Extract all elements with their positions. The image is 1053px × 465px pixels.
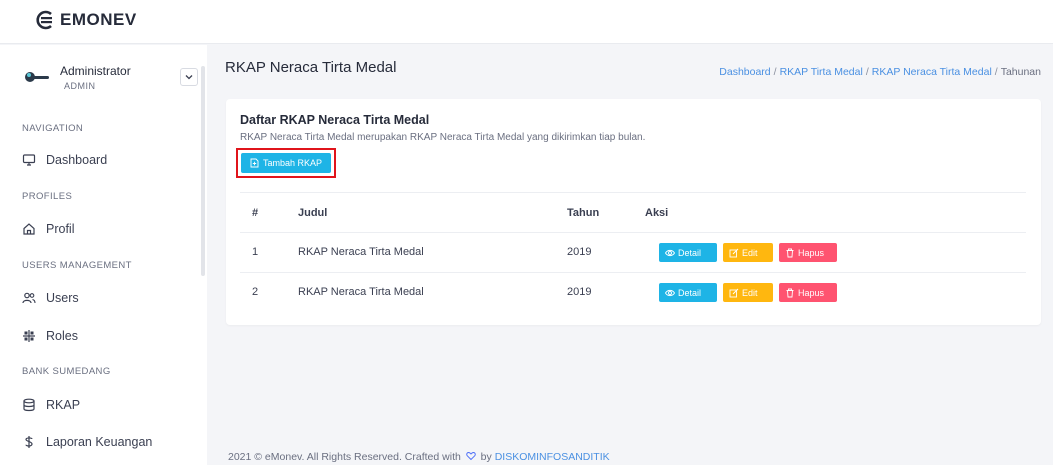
table-header-row: # Judul Tahun Aksi (240, 192, 1026, 232)
row-judul: RKAP Neraca Tirta Medal (298, 246, 424, 258)
detail-label: Detail (678, 287, 702, 298)
chevron-down-icon (185, 75, 193, 80)
avatar-logo-icon (25, 72, 49, 82)
users-icon (22, 292, 36, 304)
detail-button[interactable]: Detail (659, 243, 717, 262)
sidebar-scrollbar[interactable] (201, 66, 205, 276)
nav-caption-users-management: USERS MANAGEMENT (22, 260, 132, 271)
dollar-icon (25, 436, 33, 448)
footer: 2021 © eMonev. All Rights Reserved. Craf… (228, 451, 610, 463)
sidebar-item-users[interactable]: Users (22, 288, 79, 308)
eye-icon (665, 289, 675, 296)
table-row: 1 RKAP Neraca Tirta Medal 2019 Detail Ed… (240, 232, 1026, 272)
database-icon (23, 398, 35, 412)
page-title: RKAP Neraca Tirta Medal (225, 59, 397, 76)
nav-caption-navigation: NAVIGATION (22, 123, 84, 134)
sidebar-item-profil[interactable]: Profil (22, 219, 74, 239)
footer-link[interactable]: DISKOMINFOSANDITIK (495, 451, 610, 463)
row-actions: Detail Edit Hapus (659, 243, 837, 262)
table-row: 2 RKAP Neraca Tirta Medal 2019 Detail Ed… (240, 272, 1026, 312)
edit-icon (729, 248, 739, 257)
sidebar-item-laporan-keuangan[interactable]: Laporan Keuangan (22, 432, 152, 452)
rkap-table: # Judul Tahun Aksi 1 RKAP Neraca Tirta M… (240, 192, 1026, 312)
page-header: RKAP Neraca Tirta Medal Dashboard / RKAP T… (207, 45, 1053, 95)
sidebar-item-label: Dashboard (46, 153, 108, 167)
edit-label: Edit (742, 247, 758, 258)
hapus-button[interactable]: Hapus (779, 243, 837, 262)
header-tahun: Tahun (567, 207, 600, 219)
edit-icon (729, 288, 739, 297)
hapus-label: Hapus (798, 287, 825, 298)
card-title: Daftar RKAP Neraca Tirta Medal (240, 113, 430, 127)
sidebar-item-rkap[interactable]: RKAP (22, 395, 80, 415)
detail-button[interactable]: Detail (659, 283, 717, 302)
breadcrumb-item-current: Tahunan (1000, 66, 1041, 78)
trash-icon (786, 288, 794, 297)
sidebar-item-label: Profil (46, 222, 75, 236)
sidebar-item-dashboard[interactable]: Dashboard (22, 150, 107, 170)
brand-name: EMONEV (60, 10, 137, 29)
eye-icon (665, 249, 675, 256)
hapus-label: Hapus (798, 247, 825, 258)
roles-icon (23, 330, 35, 342)
add-button-highlight: Tambah RKAP (236, 148, 336, 178)
row-tahun: 2019 (567, 246, 592, 258)
user-profile[interactable]: Administrator ADMIN (24, 57, 198, 97)
home-icon (23, 223, 35, 235)
sidebar-item-label: Users (46, 291, 79, 305)
edit-label: Edit (742, 287, 758, 298)
header-judul: Judul (298, 207, 328, 219)
avatar (24, 70, 52, 84)
nav-caption-bank: BANK SUMEDANG (22, 366, 111, 377)
header-no: # (252, 207, 259, 219)
monitor-icon (22, 154, 36, 166)
rkap-card: Daftar RKAP Neraca Tirta Medal RKAP Nera… (226, 99, 1041, 325)
sidebar-item-label: Roles (46, 329, 78, 343)
heart-icon (466, 452, 476, 461)
row-no: 1 (252, 246, 259, 258)
row-no: 2 (252, 286, 259, 298)
sidebar: Administrator ADMIN NAVIGATION Dashboard… (0, 45, 207, 465)
file-plus-icon (250, 158, 259, 168)
card-description: RKAP Neraca Tirta Medal merupakan RKAP N… (240, 132, 646, 143)
header-aksi: Aksi (645, 207, 669, 219)
tambah-rkap-button[interactable]: Tambah RKAP (241, 153, 331, 173)
user-name: Administrator (60, 63, 131, 78)
nav-caption-profiles: PROFILES (22, 191, 73, 202)
hapus-button[interactable]: Hapus (779, 283, 837, 302)
tambah-rkap-label: Tambah RKAP (262, 158, 323, 168)
edit-button[interactable]: Edit (723, 283, 773, 302)
sidebar-item-label: RKAP (46, 398, 81, 412)
row-actions: Detail Edit Hapus (659, 283, 837, 302)
breadcrumb-item-rkap-neraca[interactable]: RKAP Neraca Tirta Medal (872, 66, 992, 78)
user-menu-toggle[interactable] (180, 68, 198, 86)
edit-button[interactable]: Edit (723, 243, 773, 262)
top-header: EMONEV (0, 0, 1053, 44)
footer-text: 2021 © eMonev. All Rights Reserved. Craf… (228, 451, 461, 463)
sidebar-item-label: Laporan Keuangan (46, 435, 153, 449)
breadcrumb-item-dashboard[interactable]: Dashboard (719, 66, 770, 78)
user-role: ADMIN (64, 80, 96, 91)
breadcrumb-item-rkap-tirta-medal[interactable]: RKAP Tirta Medal (780, 66, 863, 78)
detail-label: Detail (678, 247, 702, 258)
footer-by: by (480, 451, 492, 463)
trash-icon (786, 248, 794, 257)
breadcrumb: Dashboard / RKAP Tirta Medal / RKAP Neraca T… (719, 66, 1041, 78)
emonev-logo-icon (36, 10, 52, 30)
row-tahun: 2019 (567, 286, 592, 298)
brand[interactable]: EMONEV (34, 10, 137, 30)
sidebar-item-roles[interactable]: Roles (22, 326, 78, 346)
row-judul: RKAP Neraca Tirta Medal (298, 286, 424, 298)
